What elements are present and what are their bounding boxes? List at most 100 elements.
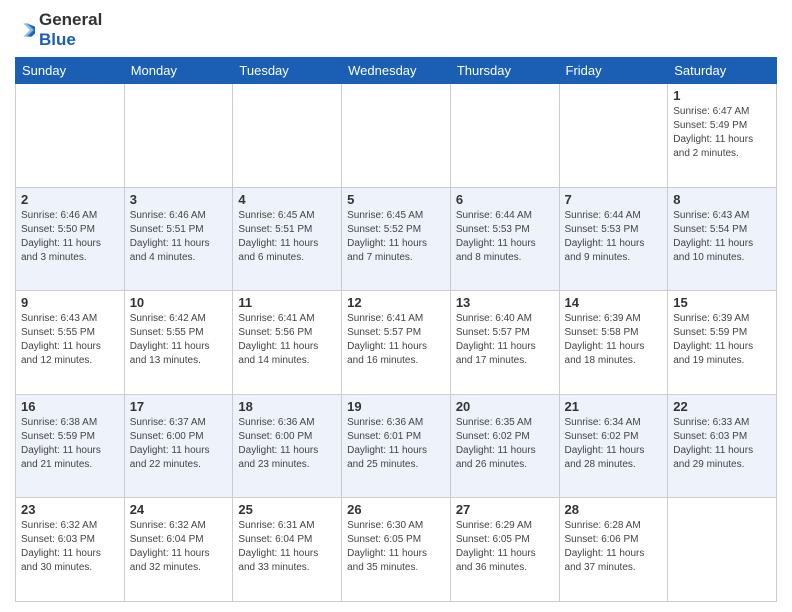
- day-info: Sunrise: 6:28 AM Sunset: 6:06 PM Dayligh…: [565, 519, 663, 575]
- day-info: Sunrise: 6:39 AM Sunset: 5:59 PM Dayligh…: [673, 312, 771, 368]
- day-info: Sunrise: 6:36 AM Sunset: 6:00 PM Dayligh…: [238, 416, 336, 472]
- day-number: 10: [130, 295, 228, 310]
- calendar-week-3: 9 Sunrise: 6:43 AM Sunset: 5:55 PM Daylig…: [16, 291, 777, 395]
- day-number: 26: [347, 502, 445, 517]
- weekday-header-thursday: Thursday: [450, 58, 559, 84]
- day-number: 8: [673, 192, 771, 207]
- calendar-cell: 12 Sunrise: 6:41 AM Sunset: 5:57 PM Dayli…: [342, 291, 451, 395]
- weekday-header-tuesday: Tuesday: [233, 58, 342, 84]
- day-number: 3: [130, 192, 228, 207]
- day-number: 20: [456, 399, 554, 414]
- calendar-cell: [16, 84, 125, 188]
- day-number: 12: [347, 295, 445, 310]
- day-number: 5: [347, 192, 445, 207]
- weekday-header-wednesday: Wednesday: [342, 58, 451, 84]
- calendar-week-5: 23 Sunrise: 6:32 AM Sunset: 6:03 PM Dayli…: [16, 498, 777, 602]
- day-number: 19: [347, 399, 445, 414]
- calendar-cell: 6 Sunrise: 6:44 AM Sunset: 5:53 PM Daylig…: [450, 187, 559, 291]
- calendar-cell: 18 Sunrise: 6:36 AM Sunset: 6:00 PM Dayli…: [233, 394, 342, 498]
- day-number: 6: [456, 192, 554, 207]
- day-number: 14: [565, 295, 663, 310]
- day-info: Sunrise: 6:47 AM Sunset: 5:49 PM Dayligh…: [673, 105, 771, 161]
- calendar-cell: 25 Sunrise: 6:31 AM Sunset: 6:04 PM Dayli…: [233, 498, 342, 602]
- day-info: Sunrise: 6:32 AM Sunset: 6:03 PM Dayligh…: [21, 519, 119, 575]
- day-info: Sunrise: 6:45 AM Sunset: 5:51 PM Dayligh…: [238, 209, 336, 265]
- day-info: Sunrise: 6:39 AM Sunset: 5:58 PM Dayligh…: [565, 312, 663, 368]
- day-info: Sunrise: 6:30 AM Sunset: 6:05 PM Dayligh…: [347, 519, 445, 575]
- day-info: Sunrise: 6:43 AM Sunset: 5:55 PM Dayligh…: [21, 312, 119, 368]
- day-number: 4: [238, 192, 336, 207]
- calendar-cell: 20 Sunrise: 6:35 AM Sunset: 6:02 PM Dayli…: [450, 394, 559, 498]
- calendar-cell: 28 Sunrise: 6:28 AM Sunset: 6:06 PM Dayli…: [559, 498, 668, 602]
- weekday-header-sunday: Sunday: [16, 58, 125, 84]
- day-number: 7: [565, 192, 663, 207]
- calendar-cell: 17 Sunrise: 6:37 AM Sunset: 6:00 PM Dayli…: [124, 394, 233, 498]
- calendar-cell: [233, 84, 342, 188]
- day-info: Sunrise: 6:45 AM Sunset: 5:52 PM Dayligh…: [347, 209, 445, 265]
- calendar-week-1: 1Sunrise: 6:47 AM Sunset: 5:49 PM Daylig…: [16, 84, 777, 188]
- day-info: Sunrise: 6:43 AM Sunset: 5:54 PM Dayligh…: [673, 209, 771, 265]
- day-number: 21: [565, 399, 663, 414]
- calendar-cell: 27Sunrise: 6:29 AM Sunset: 6:05 PM Dayli…: [450, 498, 559, 602]
- day-number: 28: [565, 502, 663, 517]
- calendar-table: SundayMondayTuesdayWednesdayThursdayFrid…: [15, 57, 777, 602]
- calendar-cell: 16 Sunrise: 6:38 AM Sunset: 5:59 PM Dayli…: [16, 394, 125, 498]
- calendar-cell: [124, 84, 233, 188]
- calendar-cell: 14 Sunrise: 6:39 AM Sunset: 5:58 PM Dayli…: [559, 291, 668, 395]
- day-info: Sunrise: 6:41 AM Sunset: 5:56 PM Dayligh…: [238, 312, 336, 368]
- page-container: General Blue SundayMondayTuesdayWednesda…: [0, 0, 792, 612]
- calendar-cell: 10 Sunrise: 6:42 AM Sunset: 5:55 PM Dayli…: [124, 291, 233, 395]
- calendar-cell: 8 Sunrise: 6:43 AM Sunset: 5:54 PM Daylig…: [668, 187, 777, 291]
- logo-text: General Blue: [39, 10, 102, 49]
- calendar-cell: 1Sunrise: 6:47 AM Sunset: 5:49 PM Daylig…: [668, 84, 777, 188]
- day-info: Sunrise: 6:44 AM Sunset: 5:53 PM Dayligh…: [456, 209, 554, 265]
- calendar-cell: 13Sunrise: 6:40 AM Sunset: 5:57 PM Dayli…: [450, 291, 559, 395]
- day-number: 9: [21, 295, 119, 310]
- day-info: Sunrise: 6:46 AM Sunset: 5:51 PM Dayligh…: [130, 209, 228, 265]
- calendar-cell: 7 Sunrise: 6:44 AM Sunset: 5:53 PM Daylig…: [559, 187, 668, 291]
- day-info: Sunrise: 6:35 AM Sunset: 6:02 PM Dayligh…: [456, 416, 554, 472]
- day-info: Sunrise: 6:38 AM Sunset: 5:59 PM Dayligh…: [21, 416, 119, 472]
- calendar-cell: [668, 498, 777, 602]
- day-info: Sunrise: 6:37 AM Sunset: 6:00 PM Dayligh…: [130, 416, 228, 472]
- day-info: Sunrise: 6:34 AM Sunset: 6:02 PM Dayligh…: [565, 416, 663, 472]
- calendar-cell: [559, 84, 668, 188]
- day-info: Sunrise: 6:42 AM Sunset: 5:55 PM Dayligh…: [130, 312, 228, 368]
- calendar-cell: 11 Sunrise: 6:41 AM Sunset: 5:56 PM Dayli…: [233, 291, 342, 395]
- day-number: 22: [673, 399, 771, 414]
- day-number: 16: [21, 399, 119, 414]
- calendar-cell: 2 Sunrise: 6:46 AM Sunset: 5:50 PM Daylig…: [16, 187, 125, 291]
- day-number: 11: [238, 295, 336, 310]
- calendar-cell: [342, 84, 451, 188]
- day-info: Sunrise: 6:31 AM Sunset: 6:04 PM Dayligh…: [238, 519, 336, 575]
- day-number: 17: [130, 399, 228, 414]
- logo-icon: [15, 20, 35, 40]
- day-info: Sunrise: 6:32 AM Sunset: 6:04 PM Dayligh…: [130, 519, 228, 575]
- day-number: 2: [21, 192, 119, 207]
- day-info: Sunrise: 6:44 AM Sunset: 5:53 PM Dayligh…: [565, 209, 663, 265]
- day-number: 24: [130, 502, 228, 517]
- day-number: 25: [238, 502, 336, 517]
- day-info: Sunrise: 6:46 AM Sunset: 5:50 PM Dayligh…: [21, 209, 119, 265]
- calendar-cell: 9 Sunrise: 6:43 AM Sunset: 5:55 PM Daylig…: [16, 291, 125, 395]
- day-number: 18: [238, 399, 336, 414]
- calendar-header-row: SundayMondayTuesdayWednesdayThursdayFrid…: [16, 58, 777, 84]
- calendar-cell: 24 Sunrise: 6:32 AM Sunset: 6:04 PM Dayli…: [124, 498, 233, 602]
- day-number: 23: [21, 502, 119, 517]
- calendar-cell: 3 Sunrise: 6:46 AM Sunset: 5:51 PM Daylig…: [124, 187, 233, 291]
- calendar-cell: 4 Sunrise: 6:45 AM Sunset: 5:51 PM Daylig…: [233, 187, 342, 291]
- weekday-header-monday: Monday: [124, 58, 233, 84]
- calendar-week-4: 16 Sunrise: 6:38 AM Sunset: 5:59 PM Dayli…: [16, 394, 777, 498]
- day-info: Sunrise: 6:40 AM Sunset: 5:57 PM Dayligh…: [456, 312, 554, 368]
- calendar-cell: 22 Sunrise: 6:33 AM Sunset: 6:03 PM Dayli…: [668, 394, 777, 498]
- page-header: General Blue: [15, 10, 777, 49]
- day-info: Sunrise: 6:33 AM Sunset: 6:03 PM Dayligh…: [673, 416, 771, 472]
- day-number: 27: [456, 502, 554, 517]
- day-number: 15: [673, 295, 771, 310]
- day-info: Sunrise: 6:36 AM Sunset: 6:01 PM Dayligh…: [347, 416, 445, 472]
- calendar-cell: [450, 84, 559, 188]
- weekday-header-saturday: Saturday: [668, 58, 777, 84]
- calendar-cell: 26 Sunrise: 6:30 AM Sunset: 6:05 PM Dayli…: [342, 498, 451, 602]
- day-info: Sunrise: 6:41 AM Sunset: 5:57 PM Dayligh…: [347, 312, 445, 368]
- calendar-week-2: 2 Sunrise: 6:46 AM Sunset: 5:50 PM Daylig…: [16, 187, 777, 291]
